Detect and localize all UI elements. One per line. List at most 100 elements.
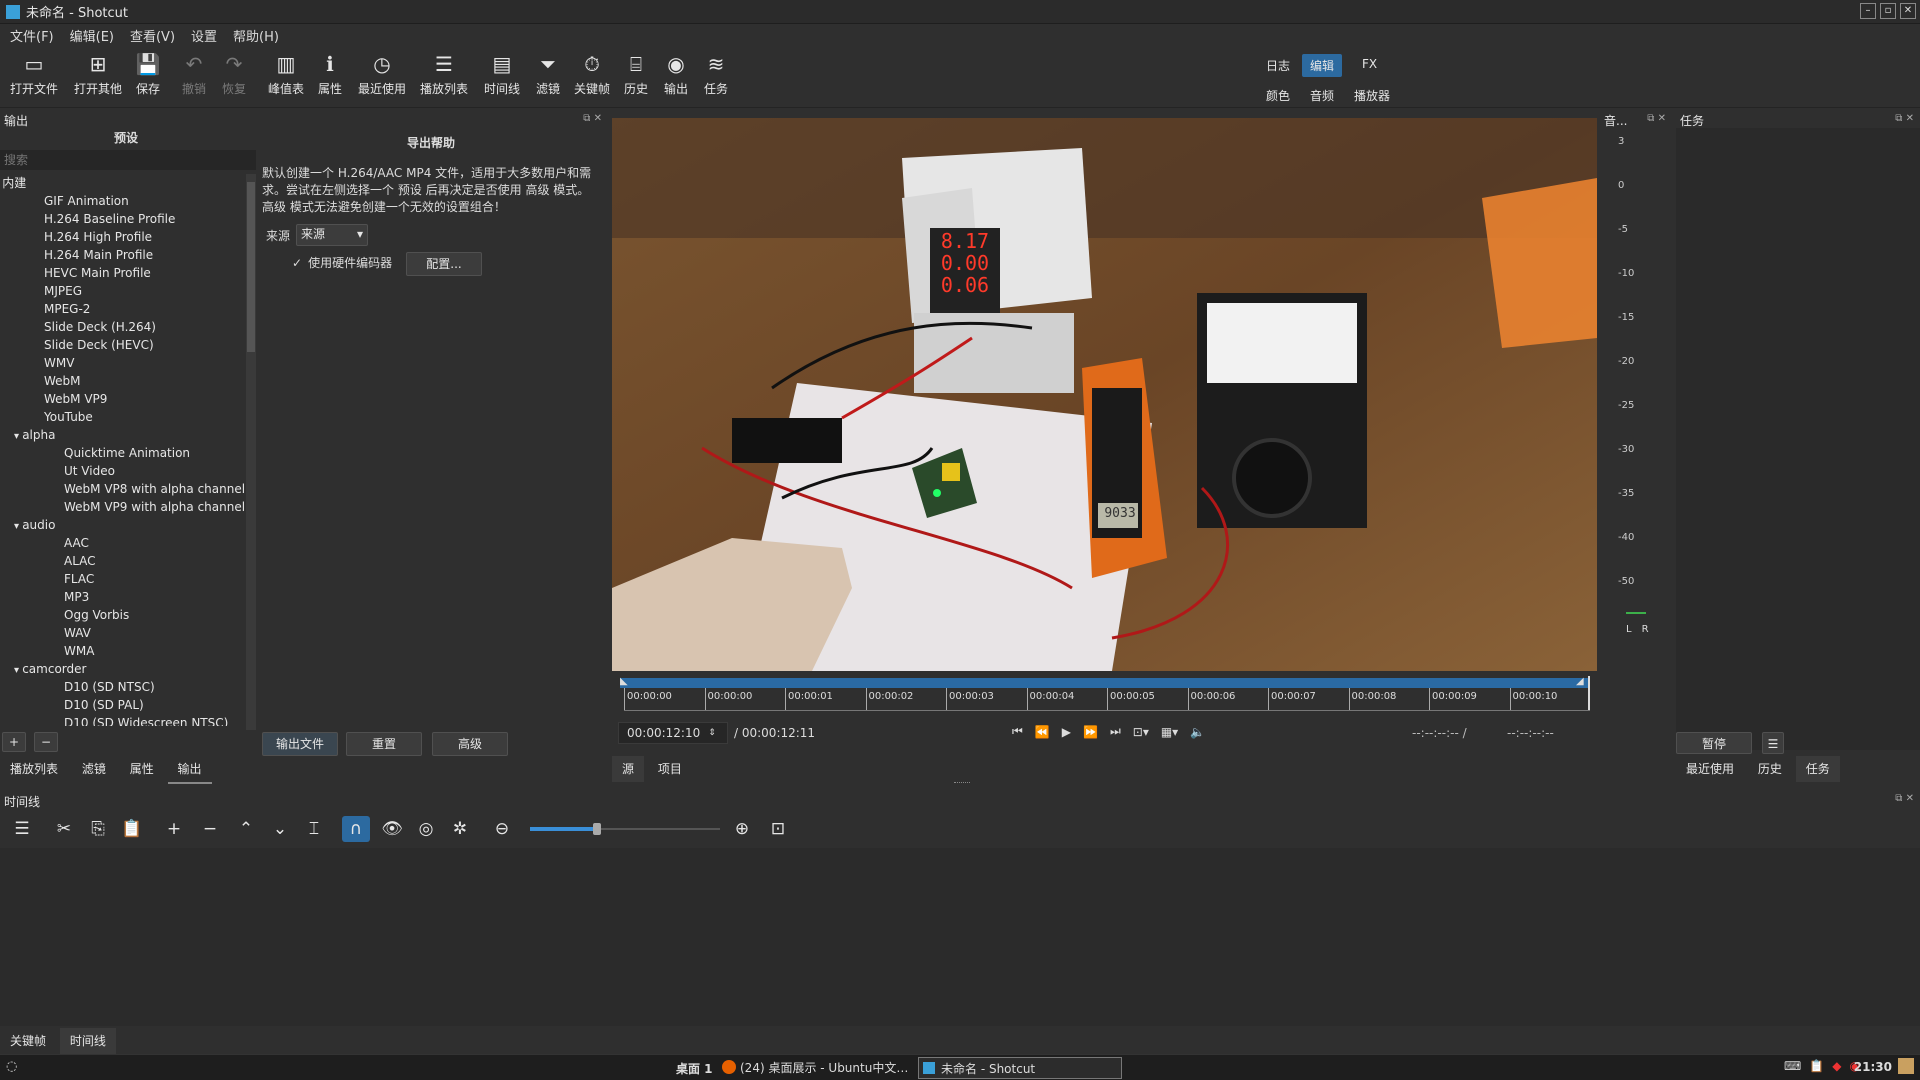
desktop-switcher[interactable]: 桌面 1 xyxy=(676,1060,713,1077)
timeline-zoom-slider[interactable] xyxy=(530,823,720,835)
split-icon[interactable]: ⌶ xyxy=(300,816,328,842)
menu-view[interactable]: 查看(V) xyxy=(130,26,175,45)
layout-logging[interactable]: 日志 xyxy=(1258,54,1298,77)
copy-icon[interactable]: ⎘ xyxy=(84,816,112,842)
paste-icon[interactable]: 📋 xyxy=(118,816,146,842)
recent-button[interactable]: ◷ 最近使用 xyxy=(354,52,410,97)
preset-item[interactable]: D10 (SD NTSC) xyxy=(0,678,246,696)
preset-item[interactable]: H.264 Baseline Profile xyxy=(0,210,246,228)
menu-edit[interactable]: 编辑(E) xyxy=(70,26,114,45)
preset-item[interactable]: WebM VP8 with alpha channel xyxy=(0,480,246,498)
tab-source[interactable]: 源 xyxy=(612,756,645,782)
update-icon[interactable]: ◆ xyxy=(1832,1059,1841,1073)
timeline-tracks-area[interactable] xyxy=(0,848,1920,1026)
play-icon[interactable]: ▶ xyxy=(1062,725,1071,739)
clock[interactable]: 21:30 xyxy=(1854,1060,1892,1074)
keyboard-icon[interactable]: ⌨ xyxy=(1784,1059,1801,1073)
preset-item[interactable]: Ogg Vorbis xyxy=(0,606,246,624)
folder-icon[interactable] xyxy=(1898,1058,1914,1074)
dock-float-close-icon[interactable]: ⧉ ✕ xyxy=(583,113,602,124)
layout-audio[interactable]: 音频 xyxy=(1302,84,1342,107)
preset-item[interactable]: Slide Deck (HEVC) xyxy=(0,336,246,354)
layout-fx[interactable]: FX xyxy=(1354,54,1385,74)
remove-preset-button[interactable]: − xyxy=(34,732,58,752)
layout-editing[interactable]: 编辑 xyxy=(1302,54,1343,77)
snap-icon[interactable]: ∩ xyxy=(342,816,370,842)
preset-item[interactable]: Ut Video xyxy=(0,462,246,480)
skip-next-icon[interactable]: ⏭ xyxy=(1110,724,1121,739)
preset-search-input[interactable] xyxy=(0,150,256,170)
properties-button[interactable]: ℹ 属性 xyxy=(302,52,358,97)
preset-item[interactable]: H.264 High Profile xyxy=(0,228,246,246)
preset-item[interactable]: WebM VP9 xyxy=(0,390,246,408)
maximize-button[interactable]: ▫ xyxy=(1880,3,1896,19)
splitter-handle[interactable] xyxy=(954,782,970,786)
tree-group[interactable]: ▾ alpha xyxy=(0,426,246,444)
tab-timeline[interactable]: 时间线 xyxy=(59,1028,116,1054)
export-file-button[interactable]: 输出文件 xyxy=(262,732,338,756)
open-other-button[interactable]: ⊞ 打开其他 xyxy=(70,52,126,97)
preset-item[interactable]: FLAC xyxy=(0,570,246,588)
zoom-icon[interactable]: ⊡▾ xyxy=(1133,725,1149,739)
menu-icon[interactable]: ☰ xyxy=(8,816,36,842)
ripple-all-icon[interactable]: ✲ xyxy=(446,816,474,842)
tab-recent[interactable]: 最近使用 xyxy=(1676,756,1744,782)
menu-help[interactable]: 帮助(H) xyxy=(233,26,279,45)
cut-icon[interactable]: ✂ xyxy=(50,816,78,842)
jobs-menu-button[interactable]: ☰ xyxy=(1762,732,1784,754)
jobs-button[interactable]: ≋ 任务 xyxy=(688,52,744,97)
out-marker-icon[interactable]: ◢ xyxy=(1576,676,1584,687)
skip-previous-icon[interactable]: ⏮ xyxy=(1012,724,1023,739)
zoom-in-icon[interactable]: ⊕ xyxy=(728,816,756,842)
dock-float-close-icon[interactable]: ⧉ ✕ xyxy=(1647,113,1666,124)
preset-item[interactable]: ALAC xyxy=(0,552,246,570)
lift-icon[interactable]: ⌃ xyxy=(232,816,260,842)
advanced-button[interactable]: 高级 xyxy=(432,732,508,756)
tab-keyframes[interactable]: 关键帧 xyxy=(0,1028,56,1054)
reset-button[interactable]: 重置 xyxy=(346,732,422,756)
fast-forward-icon[interactable]: ⏩ xyxy=(1083,725,1098,739)
scrubber[interactable]: ◣ ◢ 00:00:00 00:00:00 00:00:01 00:00:02 00:0… xyxy=(612,676,1597,714)
taskbar-app-firefox[interactable]: (24) 桌面展示 - Ubuntu中文… xyxy=(722,1057,912,1077)
overwrite-icon[interactable]: ⌄ xyxy=(266,816,294,842)
ripple-delete-icon[interactable]: − xyxy=(196,816,224,842)
tree-group[interactable]: ▾ audio xyxy=(0,516,246,534)
tree-group[interactable]: ▾ camcorder xyxy=(0,660,246,678)
preset-item[interactable]: WebM xyxy=(0,372,246,390)
menu-file[interactable]: 文件(F) xyxy=(10,26,54,45)
preset-item[interactable]: MPEG-2 xyxy=(0,300,246,318)
preset-item[interactable]: MJPEG xyxy=(0,282,246,300)
spin-arrows-icon[interactable]: ⇕ xyxy=(708,728,716,738)
preset-scrollbar[interactable] xyxy=(246,174,256,730)
rewind-icon[interactable]: ⏪ xyxy=(1035,725,1050,739)
volume-icon[interactable]: 🔈 xyxy=(1190,725,1205,739)
ripple-icon[interactable]: ◎ xyxy=(412,816,440,842)
add-preset-button[interactable]: + xyxy=(2,732,26,752)
in-marker-icon[interactable]: ◣ xyxy=(620,676,628,687)
preset-item[interactable]: WMV xyxy=(0,354,246,372)
tree-group[interactable]: ▾ 内建 xyxy=(0,174,246,192)
preset-item[interactable]: MP3 xyxy=(0,588,246,606)
open-file-button[interactable]: ▭ 打开文件 xyxy=(6,52,62,97)
redo-button[interactable]: ↷ 恢复 xyxy=(206,52,262,97)
preset-item[interactable]: HEVC Main Profile xyxy=(0,264,246,282)
preset-item[interactable]: YouTube xyxy=(0,408,246,426)
taskbar-app-shotcut[interactable]: 未命名 - Shotcut xyxy=(918,1057,1122,1079)
hw-encoder-label[interactable]: 使用硬件编码器 xyxy=(308,254,392,271)
preset-scrollbar-thumb[interactable] xyxy=(247,182,255,352)
layout-color[interactable]: 颜色 xyxy=(1258,84,1298,107)
grid-icon[interactable]: ▦▾ xyxy=(1161,725,1178,739)
zoom-fit-icon[interactable]: ⊡ xyxy=(764,816,792,842)
minimize-button[interactable]: – xyxy=(1860,3,1876,19)
tab-export[interactable]: 输出 xyxy=(167,756,212,784)
playlist-button[interactable]: ☰ 播放列表 xyxy=(416,52,472,97)
preset-item[interactable]: WMA xyxy=(0,642,246,660)
tab-playlist[interactable]: 播放列表 xyxy=(0,756,68,782)
scrub-icon[interactable]: 👁 xyxy=(378,816,406,842)
preset-item[interactable]: D10 (SD PAL) xyxy=(0,696,246,714)
zoom-slider-handle[interactable] xyxy=(592,823,601,835)
tab-project[interactable]: 项目 xyxy=(648,756,692,782)
layout-player[interactable]: 播放器 xyxy=(1346,84,1398,107)
clipboard-icon[interactable]: 📋 xyxy=(1809,1059,1824,1073)
launcher-icon[interactable]: ◌ xyxy=(6,1059,17,1074)
